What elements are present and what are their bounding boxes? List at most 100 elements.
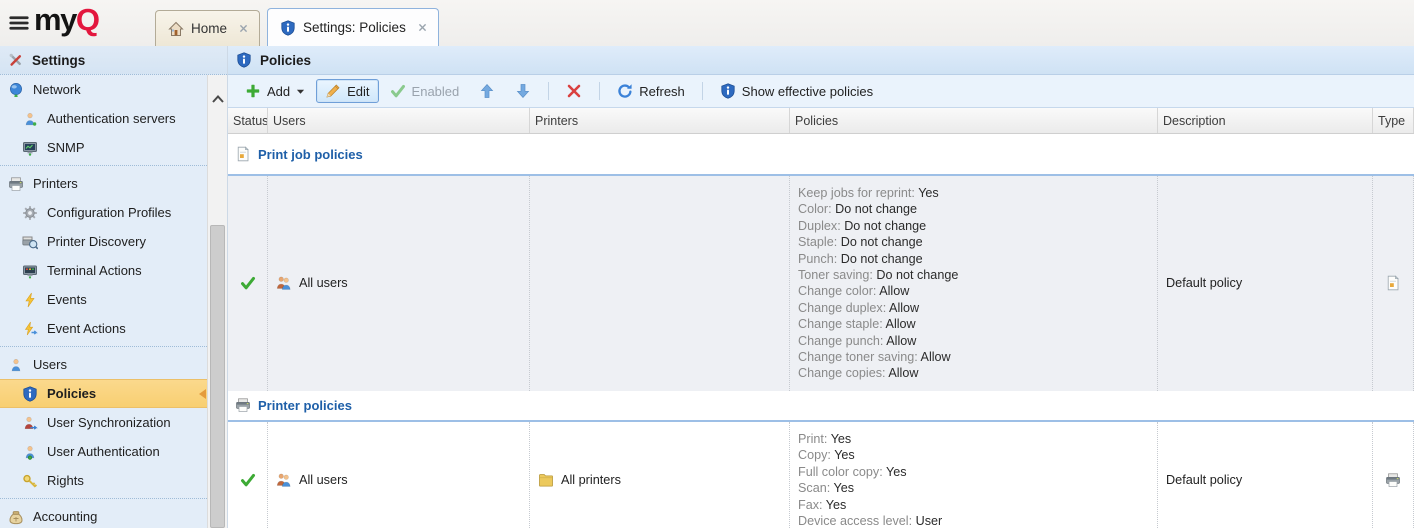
sidebar-item-label: Event Actions	[47, 321, 126, 336]
policy-line: Change punch: Allow	[798, 333, 1149, 349]
money-bag-icon	[8, 509, 24, 525]
settings-sidebar: Settings Network Authentication servers SN…	[0, 46, 228, 528]
home-icon	[168, 21, 184, 37]
show-effective-policies-button[interactable]: Show effective policies	[711, 79, 882, 103]
sidebar-item-events[interactable]: Events	[0, 285, 207, 314]
column-header-users[interactable]: Users	[268, 108, 530, 133]
add-label: Add	[267, 84, 290, 99]
sidebar-item-authentication-servers[interactable]: Authentication servers	[0, 104, 207, 133]
sidebar-title: Settings	[32, 53, 85, 68]
user-auth-icon	[22, 444, 38, 460]
policy-line: Scan: Yes	[798, 480, 1149, 496]
group-row-print-job-policies[interactable]: Print job policies	[228, 134, 1414, 174]
close-tab-icon[interactable]	[238, 23, 249, 34]
policy-line: Keep jobs for reprint: Yes	[798, 185, 1149, 201]
sidebar-item-printers[interactable]: Printers	[0, 169, 207, 198]
group-users-icon	[276, 275, 292, 291]
terminal-icon	[22, 263, 38, 279]
move-down-button[interactable]	[506, 79, 540, 103]
policy-line: Staple: Do not change	[798, 234, 1149, 250]
column-header-printers[interactable]: Printers	[530, 108, 790, 133]
gear-icon	[22, 205, 38, 221]
toolbar-separator	[599, 82, 600, 100]
policy-line: Change staple: Allow	[798, 316, 1149, 332]
users-cell: All users	[268, 422, 530, 528]
policy-line: Change copies: Allow	[798, 365, 1149, 381]
sidebar-item-users[interactable]: Users	[0, 350, 207, 379]
policy-line: Duplex: Do not change	[798, 218, 1149, 234]
column-header-policies[interactable]: Policies	[790, 108, 1158, 133]
sidebar-item-label: User Synchronization	[47, 415, 171, 430]
sidebar-header: Settings	[0, 46, 227, 75]
sidebar-item-network[interactable]: Network	[0, 75, 207, 104]
hamburger-icon	[8, 12, 30, 34]
policy-row[interactable]: All usersAll printersPrint: YesCopy: Yes…	[228, 420, 1414, 528]
print-job-icon	[235, 146, 251, 162]
sidebar-item-accounting[interactable]: Accounting	[0, 502, 207, 528]
group-label: Printer policies	[258, 398, 352, 413]
caret-down-icon	[296, 87, 305, 96]
column-header-status[interactable]: Status	[228, 108, 268, 133]
sidebar-separator	[0, 346, 207, 347]
description-value: Default policy	[1166, 276, 1242, 290]
move-up-button[interactable]	[470, 79, 504, 103]
shield-icon	[22, 386, 38, 402]
menu-button[interactable]	[8, 12, 30, 34]
sidebar-item-label: Policies	[47, 386, 96, 401]
sidebar-item-snmp[interactable]: SNMP	[0, 133, 207, 162]
add-button[interactable]: Add	[236, 79, 314, 103]
sidebar-item-label: Rights	[47, 473, 84, 488]
printers-cell	[530, 176, 790, 391]
policy-line: Full color copy: Yes	[798, 464, 1149, 480]
sidebar-item-label: Configuration Profiles	[47, 205, 171, 220]
enabled-label: Enabled	[412, 84, 460, 99]
printer-icon	[1385, 472, 1401, 488]
group-row-printer-policies[interactable]: Printer policies	[228, 391, 1414, 420]
users-value: All users	[299, 276, 348, 290]
column-header-description[interactable]: Description	[1158, 108, 1373, 133]
sidebar-item-label: User Authentication	[47, 444, 160, 459]
edit-button[interactable]: Edit	[316, 79, 378, 103]
sidebar-item-terminal-actions[interactable]: Terminal Actions	[0, 256, 207, 285]
sidebar-item-policies[interactable]: Policies	[0, 379, 207, 408]
sidebar-item-user-authentication[interactable]: User Authentication	[0, 437, 207, 466]
sidebar-item-user-synchronization[interactable]: User Synchronization	[0, 408, 207, 437]
tools-icon	[8, 52, 24, 68]
refresh-button[interactable]: Refresh	[608, 79, 694, 103]
tab-settings-policies[interactable]: Settings: Policies	[267, 8, 439, 46]
sidebar-item-label: Users	[33, 357, 67, 372]
sidebar-separator	[0, 165, 207, 166]
lightning-action-icon	[22, 321, 38, 337]
delete-button[interactable]	[557, 79, 591, 103]
refresh-label: Refresh	[639, 84, 685, 99]
sidebar-scrollbar[interactable]	[207, 75, 227, 528]
close-tab-icon[interactable]	[417, 22, 428, 33]
sidebar-item-label: Authentication servers	[47, 111, 176, 126]
policy-line: Toner saving: Do not change	[798, 267, 1149, 283]
panel-title: Policies	[260, 53, 311, 68]
status-cell	[228, 422, 268, 528]
check-icon	[240, 275, 256, 291]
policy-row[interactable]: All users Keep jobs for reprint: YesColor…	[228, 174, 1414, 391]
column-header-type[interactable]: Type	[1373, 108, 1414, 133]
delete-x-icon	[566, 83, 582, 99]
sidebar-item-rights[interactable]: Rights	[0, 466, 207, 495]
policy-line: Color: Do not change	[798, 201, 1149, 217]
policy-line: Change toner saving: Allow	[798, 349, 1149, 365]
sidebar-item-label: Network	[33, 82, 81, 97]
scroll-up-icon[interactable]	[212, 91, 224, 101]
snmp-icon	[22, 140, 38, 156]
sidebar-item-event-actions[interactable]: Event Actions	[0, 314, 207, 343]
scrollbar-thumb[interactable]	[210, 225, 225, 528]
tab-label: Home	[191, 21, 227, 36]
sidebar-item-printer-discovery[interactable]: Printer Discovery	[0, 227, 207, 256]
enabled-button[interactable]: Enabled	[381, 79, 469, 103]
shield-icon	[280, 20, 296, 36]
tab-home[interactable]: Home	[155, 10, 260, 46]
myq-logo: myQ	[34, 2, 98, 38]
network-icon	[8, 82, 24, 98]
grid-body: Print job policies All users Keep jobs for…	[228, 134, 1414, 528]
printer-icon	[235, 397, 251, 413]
sidebar-item-configuration-profiles[interactable]: Configuration Profiles	[0, 198, 207, 227]
user-sync-icon	[22, 415, 38, 431]
